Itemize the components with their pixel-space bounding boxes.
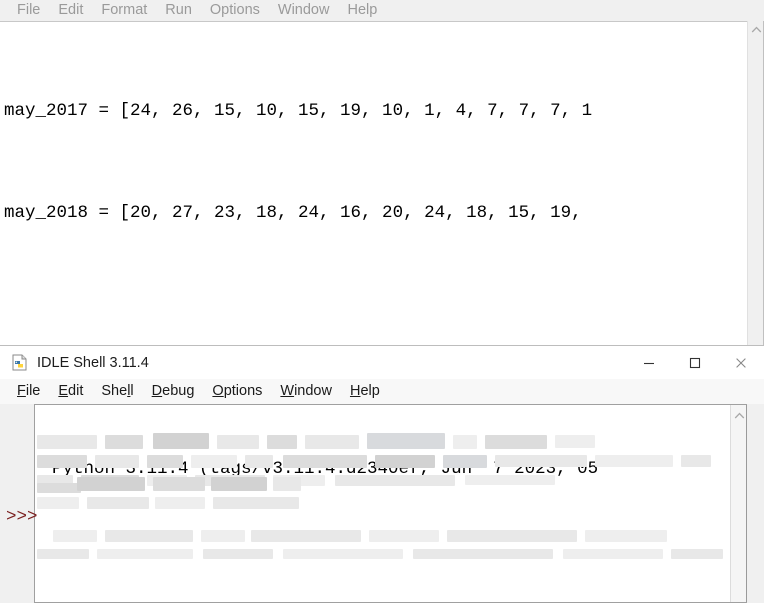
- shell-menu-edit-rest: dit: [68, 383, 84, 399]
- code-line-2: may_2018 = [20, 27, 23, 18, 24, 16, 20, …: [4, 201, 740, 227]
- maximize-icon: [689, 357, 701, 368]
- shell-menu-debug-rest: ebug: [162, 383, 195, 399]
- python-document-icon: [11, 354, 28, 371]
- code-line-1-text: may_2017 = [24, 26, 15, 10, 15, 19, 10, …: [4, 100, 593, 121]
- editor-menu-run[interactable]: Run: [156, 0, 201, 21]
- shell-menu-options-rest: ptions: [223, 383, 263, 399]
- shell-title-text: IDLE Shell 3.11.4: [37, 354, 149, 371]
- shell-menu-options[interactable]: Options: [203, 379, 271, 404]
- shell-menu-edit[interactable]: Edit: [49, 379, 92, 404]
- editor-menu-file[interactable]: File: [8, 0, 49, 21]
- code-line-1: may_2017 = [24, 26, 15, 10, 15, 19, 10, …: [4, 99, 740, 125]
- editor-menu-help[interactable]: Help: [338, 0, 386, 21]
- shell-menu-file[interactable]: File: [8, 379, 49, 404]
- close-icon: [736, 357, 746, 368]
- close-button[interactable]: [718, 346, 764, 379]
- shell-menu-shell-a: She: [101, 383, 128, 399]
- idle-shell-window: IDLE Shell 3.11.4 File Edit Shell Debug …: [0, 345, 764, 603]
- shell-menu-file-rest: ile: [25, 383, 41, 399]
- code-line-3-blank: [4, 304, 740, 330]
- window-controls: [626, 346, 764, 379]
- editor-menu-window[interactable]: Window: [269, 0, 339, 21]
- editor-menu-edit[interactable]: Edit: [49, 0, 92, 21]
- shell-menu-help-rest: elp: [360, 383, 380, 399]
- editor-code-content[interactable]: may_2017 = [24, 26, 15, 10, 15, 19, 10, …: [4, 22, 740, 344]
- maximize-button[interactable]: [672, 346, 718, 379]
- shell-prompt: >>>: [6, 507, 38, 527]
- shell-menu-window-rest: indow: [294, 383, 332, 399]
- code-line-2-text: may_2018 = [20, 27, 23, 18, 24, 16, 20, …: [4, 203, 582, 224]
- shell-scroll-up-icon[interactable]: [731, 407, 747, 424]
- editor-text-area[interactable]: may_2017 = [24, 26, 15, 10, 15, 19, 10, …: [0, 21, 764, 345]
- shell-menu-window[interactable]: Window: [271, 379, 341, 404]
- shell-menu-debug[interactable]: Debug: [143, 379, 204, 404]
- editor-menu-bar: File Edit Format Run Options Window Help: [0, 0, 764, 21]
- shell-menu-bar: File Edit Shell Debug Options Window Hel…: [0, 379, 764, 404]
- shell-menu-shell-b: l: [130, 383, 134, 399]
- shell-menu-shell[interactable]: Shell: [92, 379, 142, 404]
- shell-prompt-gutter: [0, 404, 33, 603]
- minimize-button[interactable]: [626, 346, 672, 379]
- minimize-icon: [644, 362, 654, 364]
- shell-title-bar[interactable]: IDLE Shell 3.11.4: [0, 346, 764, 379]
- shell-menu-help[interactable]: Help: [341, 379, 389, 404]
- shell-body: Python 3.11.4 (tags/v3.11.4:d2340ef, Jun…: [0, 404, 764, 603]
- editor-menu-options[interactable]: Options: [201, 0, 269, 21]
- shell-vertical-scrollbar[interactable]: [730, 405, 747, 602]
- editor-vertical-scrollbar[interactable]: [747, 21, 764, 345]
- shell-right-border: [746, 405, 747, 602]
- shell-text-area[interactable]: Python 3.11.4 (tags/v3.11.4:d2340ef, Jun…: [34, 404, 747, 603]
- editor-menu-format[interactable]: Format: [92, 0, 156, 21]
- python-editor-window: File Edit Format Run Options Window Help…: [0, 0, 764, 345]
- scroll-up-icon[interactable]: [748, 21, 764, 38]
